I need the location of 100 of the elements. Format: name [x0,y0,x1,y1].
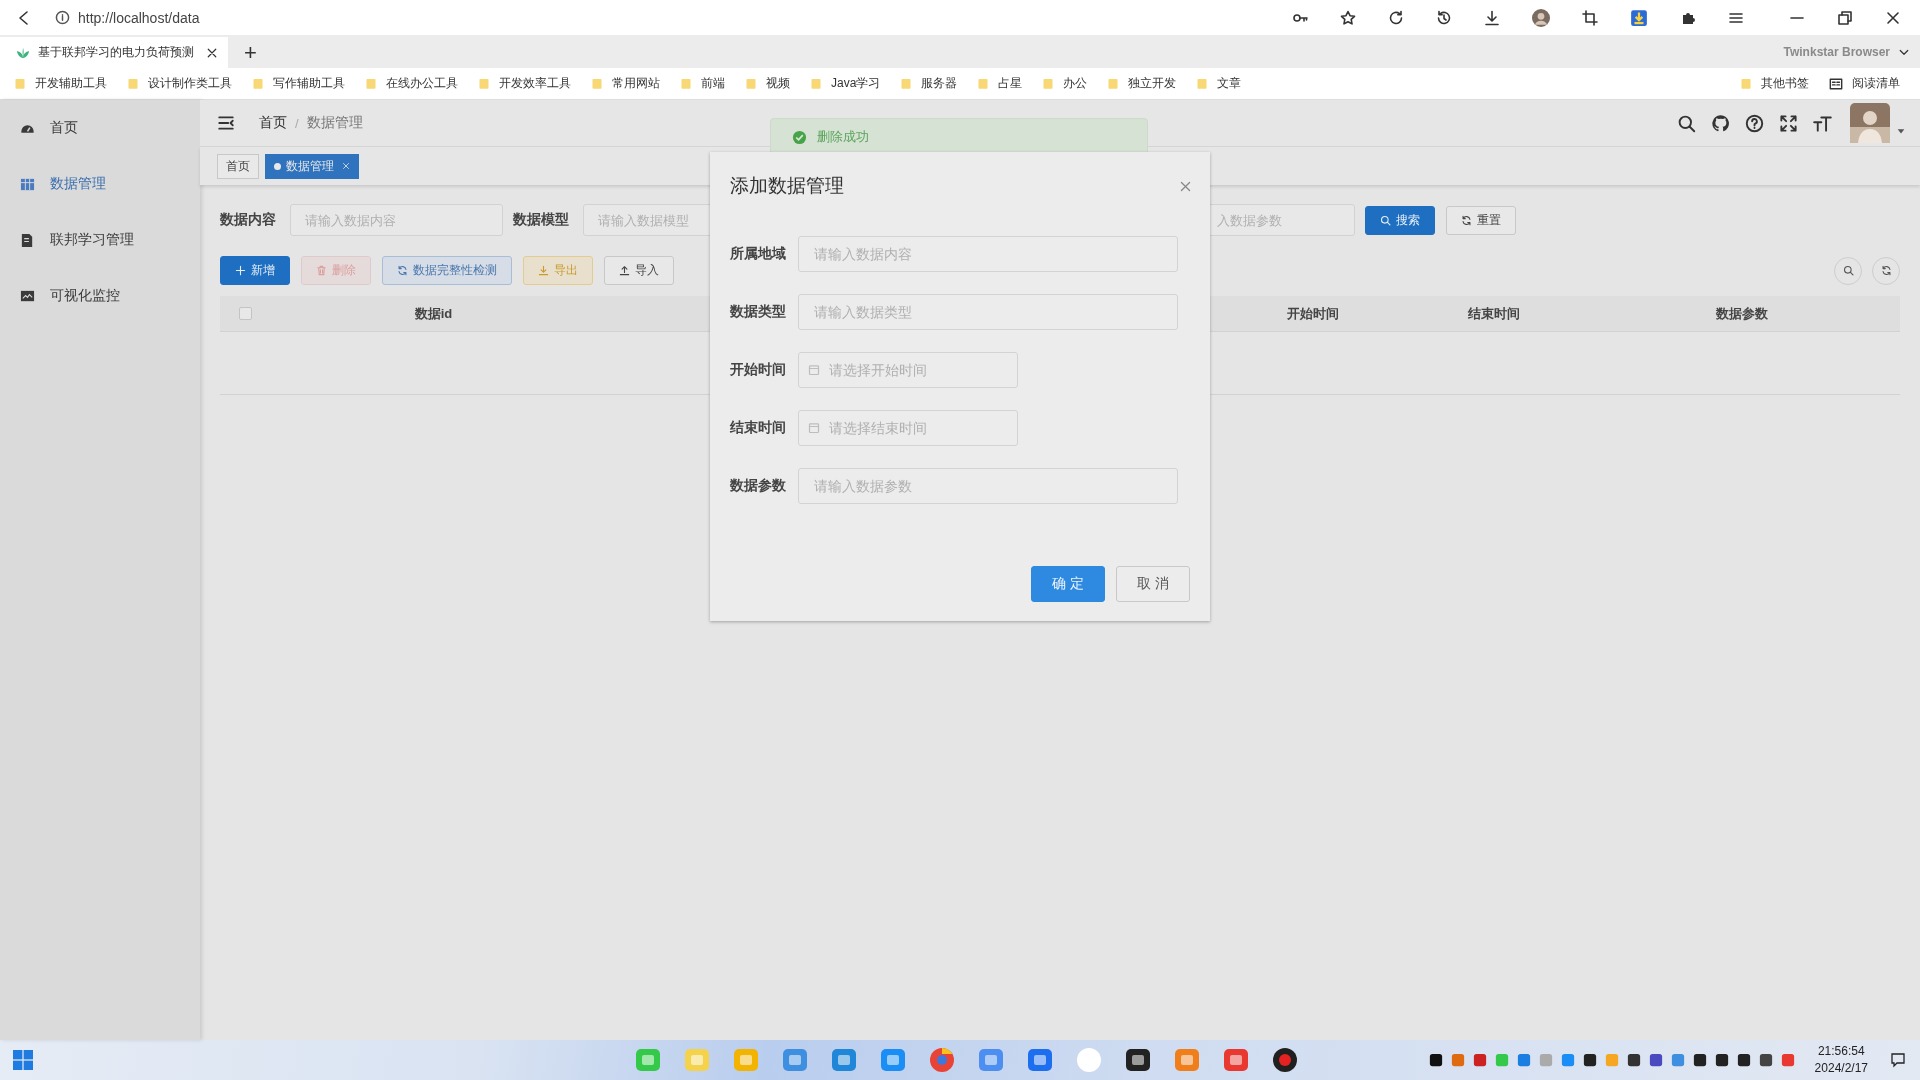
date-field[interactable]: 请选择开始时间 [798,352,1018,388]
search-button[interactable]: 搜索 [1365,205,1435,235]
field-label: 数据模型 [513,211,570,229]
folder-icon [365,77,377,90]
plus-icon [235,265,246,276]
search-icon [1380,214,1391,226]
bookmark[interactable]: 其他书签 [1740,75,1809,92]
chart-icon [20,288,35,304]
avatar[interactable] [1850,103,1890,143]
help-icon[interactable] [1745,113,1764,133]
search-icon[interactable] [1677,113,1696,133]
bookmark[interactable]: Java学习 [810,75,881,92]
folder-icon [14,77,26,90]
history-icon[interactable] [1436,9,1452,26]
tray-icon[interactable] [1582,1053,1597,1067]
check-button[interactable]: 数据完整性检测 [382,256,512,285]
breadcrumb-link[interactable]: 首页 [259,114,287,132]
bookmark[interactable]: 写作辅助工具 [252,75,345,92]
browser-brand: Twinkstar Browser [1783,44,1890,59]
input-field[interactable]: 请输入数据内容 [798,236,1178,272]
bookmark[interactable]: 文章 [1196,75,1242,92]
bookmark[interactable]: 独立开发 [1107,75,1177,92]
close-icon[interactable] [206,46,218,59]
avatar[interactable] [1532,8,1550,27]
info-icon[interactable] [55,10,70,25]
sidebar-item[interactable]: 数据管理 [0,156,200,212]
add-button[interactable]: 新增 [220,256,290,285]
folder-icon [680,77,692,90]
input-field[interactable]: 请输入数据类型 [798,294,1178,330]
address-field[interactable]: http://localhost/data [78,9,200,26]
caret-icon[interactable] [1896,126,1906,136]
new-tab-button[interactable]: + [244,37,257,68]
tray-icon[interactable] [1428,1053,1443,1067]
tray-icon[interactable] [1736,1053,1751,1067]
tray-icon[interactable] [1626,1053,1641,1067]
folder-icon [977,77,990,90]
column-header: 结束时间 [1468,304,1520,323]
tray-icon[interactable] [1758,1053,1773,1067]
folder-icon [1042,77,1055,90]
notification-icon[interactable] [1890,1052,1906,1068]
browser-tab[interactable]: 基于联邦学习的电力负荷预测 [0,37,228,68]
tag-tab[interactable]: 首页 [217,153,259,179]
bookmark[interactable]: 开发效率工具 [478,75,571,92]
field-label: 所属地域 [729,245,787,263]
sidebar-item[interactable]: 可视化监控 [0,268,200,324]
reload-icon[interactable] [1388,9,1404,26]
refresh-icon [397,265,408,276]
app-icon[interactable] [1272,1047,1298,1073]
folder-icon [252,77,264,90]
restore-icon[interactable] [1837,9,1853,26]
bookmark[interactable]: 服务器 [900,75,958,92]
folder-icon [591,77,603,90]
breadcrumb-separator: / [295,115,299,131]
download-icon [538,265,549,276]
bookmark[interactable]: 办公 [1042,75,1088,92]
import-button[interactable]: 导入 [604,256,674,285]
clock-date[interactable]: 2024/2/17 [1814,1060,1868,1077]
folder-icon [1196,77,1209,90]
fullscreen-icon[interactable] [1779,113,1798,133]
bookmark[interactable]: 前端 [680,75,725,92]
bookmark[interactable]: 开发辅助工具 [14,75,107,92]
tray-icon[interactable] [1714,1053,1729,1067]
close-icon[interactable] [1885,9,1901,26]
tag-tab[interactable]: 数据管理 [265,153,359,179]
input-field[interactable]: 请输入数据参数 [798,468,1178,504]
table-icon [20,176,35,192]
bookmark[interactable]: 常用网站 [591,75,660,92]
cancel-button[interactable]: 取 消 [1116,566,1190,602]
bookmark[interactable]: 视频 [745,75,790,92]
folder-icon [127,77,139,90]
refresh-icon [1461,214,1472,226]
extension-icon[interactable] [1630,8,1648,27]
column-header: 数据参数 [1716,304,1768,323]
checkbox[interactable] [238,307,252,320]
bookmark[interactable]: 设计制作类工具 [127,75,232,92]
tab-title: 基于联邦学习的电力负荷预测 [38,44,195,61]
folder-icon [745,77,757,90]
date-field[interactable]: 请选择结束时间 [798,410,1018,446]
calendar-icon [808,422,820,434]
dot-icon [274,162,281,170]
field-label: 数据参数 [729,477,787,495]
bookmark[interactable]: 占星 [977,75,1023,92]
calendar-icon [808,364,820,376]
app-icon[interactable] [1125,1047,1151,1073]
bookmark[interactable]: 在线办公工具 [365,75,458,92]
sidebar-item[interactable]: 联邦学习管理 [0,212,200,268]
sidebar-item[interactable]: 首页 [0,100,200,156]
reading-list[interactable]: 阅读清单 [1829,75,1900,92]
github-icon[interactable] [1711,113,1730,133]
folder-icon [1740,77,1752,90]
reading-list-icon [1829,76,1843,91]
star-icon[interactable] [1340,9,1356,26]
check-icon [792,129,807,145]
reset-button[interactable]: 重置 [1446,205,1516,235]
menu-icon[interactable] [217,114,235,132]
crop-icon[interactable] [1582,9,1598,26]
tray-icon[interactable] [1692,1053,1707,1067]
clock-time[interactable]: 21:56:54 [1817,1043,1865,1060]
refresh-icon [1880,265,1892,276]
download-icon[interactable] [1484,9,1500,26]
